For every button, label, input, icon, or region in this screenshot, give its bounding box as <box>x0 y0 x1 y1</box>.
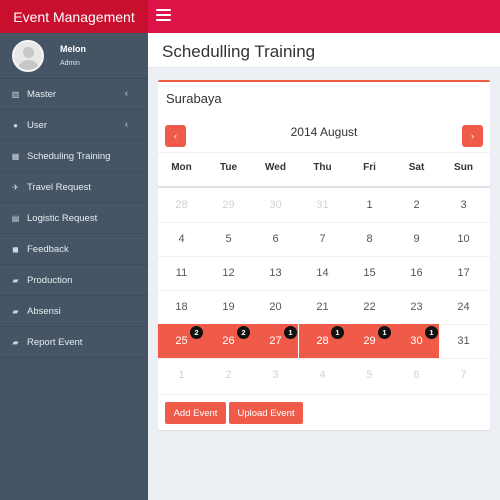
calendar-day[interactable]: 4 <box>299 358 346 392</box>
book-icon: ▰ <box>12 337 19 347</box>
book-icon: ▰ <box>12 306 19 316</box>
sidebar-item-production[interactable]: ▰ Production <box>0 265 148 296</box>
calendar-day[interactable]: 7 <box>299 222 346 256</box>
calendar-day[interactable]: 29 <box>205 188 252 222</box>
calendar-box: Surabaya ‹ 2014 August › Add Event Uploa… <box>158 80 490 430</box>
sidebar: Melon Admin ▥ Master ‹ ● User ‹ ▦ Scheduling Tr… <box>0 33 148 500</box>
sidebar-item-label: Feedback <box>27 243 69 255</box>
calendar-day[interactable]: 3 <box>440 188 487 222</box>
calendar-divider <box>158 152 490 153</box>
calendar-day[interactable]: 11 <box>158 256 205 290</box>
sidebar-item-absensi[interactable]: ▰ Absensi <box>0 296 148 327</box>
user-role: Admin <box>60 60 80 67</box>
calendar-day[interactable]: 18 <box>158 290 205 324</box>
calendar-day[interactable]: 30 <box>252 188 299 222</box>
calendar-day[interactable]: 3 <box>252 358 299 392</box>
avatar <box>12 39 44 72</box>
user-name: Melon <box>60 44 86 54</box>
chevron-left-icon: ‹ <box>125 88 128 98</box>
sidebar-item-travel-request[interactable]: ✈ Travel Request <box>0 172 148 203</box>
calendar-day[interactable]: 14 <box>299 256 346 290</box>
sidebar-item-label: Report Event <box>27 336 83 348</box>
upload-event-button[interactable]: Upload Event <box>229 402 303 424</box>
bar-chart-icon: ▥ <box>11 89 20 99</box>
month-label: 2014 August <box>290 125 358 139</box>
sidebar-item-label: Travel Request <box>27 181 92 193</box>
calendar-day[interactable]: 5 <box>346 358 393 392</box>
calendar-day[interactable]: 24 <box>440 290 487 324</box>
menu-toggle-icon[interactable] <box>156 9 171 21</box>
calendar-day[interactable]: 19 <box>205 290 252 324</box>
sidebar-item-report-event[interactable]: ▰ Report Event <box>0 327 148 358</box>
weekday-header: Mon <box>171 162 192 173</box>
calendar-location: Surabaya <box>166 91 222 106</box>
calendar-day[interactable]: 10 <box>440 222 487 256</box>
user-info: Melon Admin <box>60 44 86 67</box>
calendar-day[interactable]: 9 <box>393 222 440 256</box>
user-icon: ● <box>13 120 18 130</box>
sidebar-menu: ▥ Master ‹ ● User ‹ ▦ Scheduling Training ✈ Trave… <box>0 79 148 358</box>
page-title: Schedulling Training <box>162 42 316 61</box>
calendar-day[interactable]: 6 <box>252 222 299 256</box>
weekday-header: Tue <box>219 162 238 173</box>
calendar-day[interactable]: 4 <box>158 222 205 256</box>
user-panel: Melon Admin <box>0 33 148 79</box>
calendar-day[interactable]: 12 <box>205 256 252 290</box>
calendar-day[interactable]: 5 <box>205 222 252 256</box>
calendar-day[interactable]: 6 <box>393 358 440 392</box>
calendar-day[interactable]: 28 <box>158 188 205 222</box>
calendar-day[interactable]: 23 <box>393 290 440 324</box>
event-count-badge: 1 <box>331 326 344 339</box>
calendar-day[interactable]: 21 <box>299 290 346 324</box>
sidebar-item-label: Production <box>27 274 73 286</box>
event-count-badge: 1 <box>425 326 438 339</box>
sidebar-item-logistic-request[interactable]: ▤ Logistic Request <box>0 203 148 234</box>
calendar-day[interactable]: 22 <box>346 290 393 324</box>
calendar-day[interactable]: 2 <box>205 358 252 392</box>
calendar-day[interactable]: 15 <box>346 256 393 290</box>
calendar-day[interactable]: 8 <box>346 222 393 256</box>
calendar-day[interactable]: 1 <box>158 358 205 392</box>
content-header: Schedulling Training <box>148 33 500 68</box>
calendar-day[interactable]: 13 <box>252 256 299 290</box>
next-month-button[interactable]: › <box>462 125 483 147</box>
calendar-day[interactable]: 17 <box>440 256 487 290</box>
calendar-day[interactable]: 2 <box>393 188 440 222</box>
weekday-header: Wed <box>265 162 286 173</box>
sidebar-item-label: Scheduling Training <box>27 150 111 162</box>
sidebar-item-user[interactable]: ● User ‹ <box>0 110 148 141</box>
calendar-day[interactable]: 31 <box>440 324 487 358</box>
book-icon: ▰ <box>12 275 19 285</box>
weekday-header: Sat <box>408 162 425 173</box>
sidebar-item-feedback[interactable]: ◼ Feedback <box>0 234 148 265</box>
plane-icon: ✈ <box>12 182 19 192</box>
event-count-badge: 2 <box>190 326 203 339</box>
event-count-badge: 2 <box>237 326 250 339</box>
calendar-footer-divider <box>158 394 490 395</box>
weekday-header: Fri <box>363 162 376 173</box>
briefcase-icon: ▤ <box>11 213 20 223</box>
chevron-left-icon: ‹ <box>125 119 128 129</box>
app-brand[interactable]: Event Management <box>0 0 148 33</box>
sidebar-item-label: Master <box>27 88 57 100</box>
calendar-day[interactable]: 7 <box>440 358 487 392</box>
sidebar-item-label: Absensi <box>27 305 61 317</box>
calendar-day[interactable]: 1 <box>346 188 393 222</box>
calendar-icon: ▦ <box>11 151 20 161</box>
calendar-day[interactable]: 20 <box>252 290 299 324</box>
event-count-badge: 1 <box>378 326 391 339</box>
calendar-day[interactable]: 31 <box>299 188 346 222</box>
top-navbar <box>148 0 500 33</box>
sidebar-item-label: Logistic Request <box>27 212 98 224</box>
weekday-header: Thu <box>313 162 332 173</box>
weekday-header: Sun <box>454 162 473 173</box>
sidebar-item-scheduling-training[interactable]: ▦ Scheduling Training <box>0 141 148 172</box>
sidebar-item-master[interactable]: ▥ Master ‹ <box>0 79 148 110</box>
sidebar-item-label: User <box>27 119 48 131</box>
calendar-day[interactable]: 16 <box>393 256 440 290</box>
comments-icon: ◼ <box>12 244 19 254</box>
add-event-button[interactable]: Add Event <box>165 402 226 424</box>
event-count-badge: 1 <box>284 326 297 339</box>
